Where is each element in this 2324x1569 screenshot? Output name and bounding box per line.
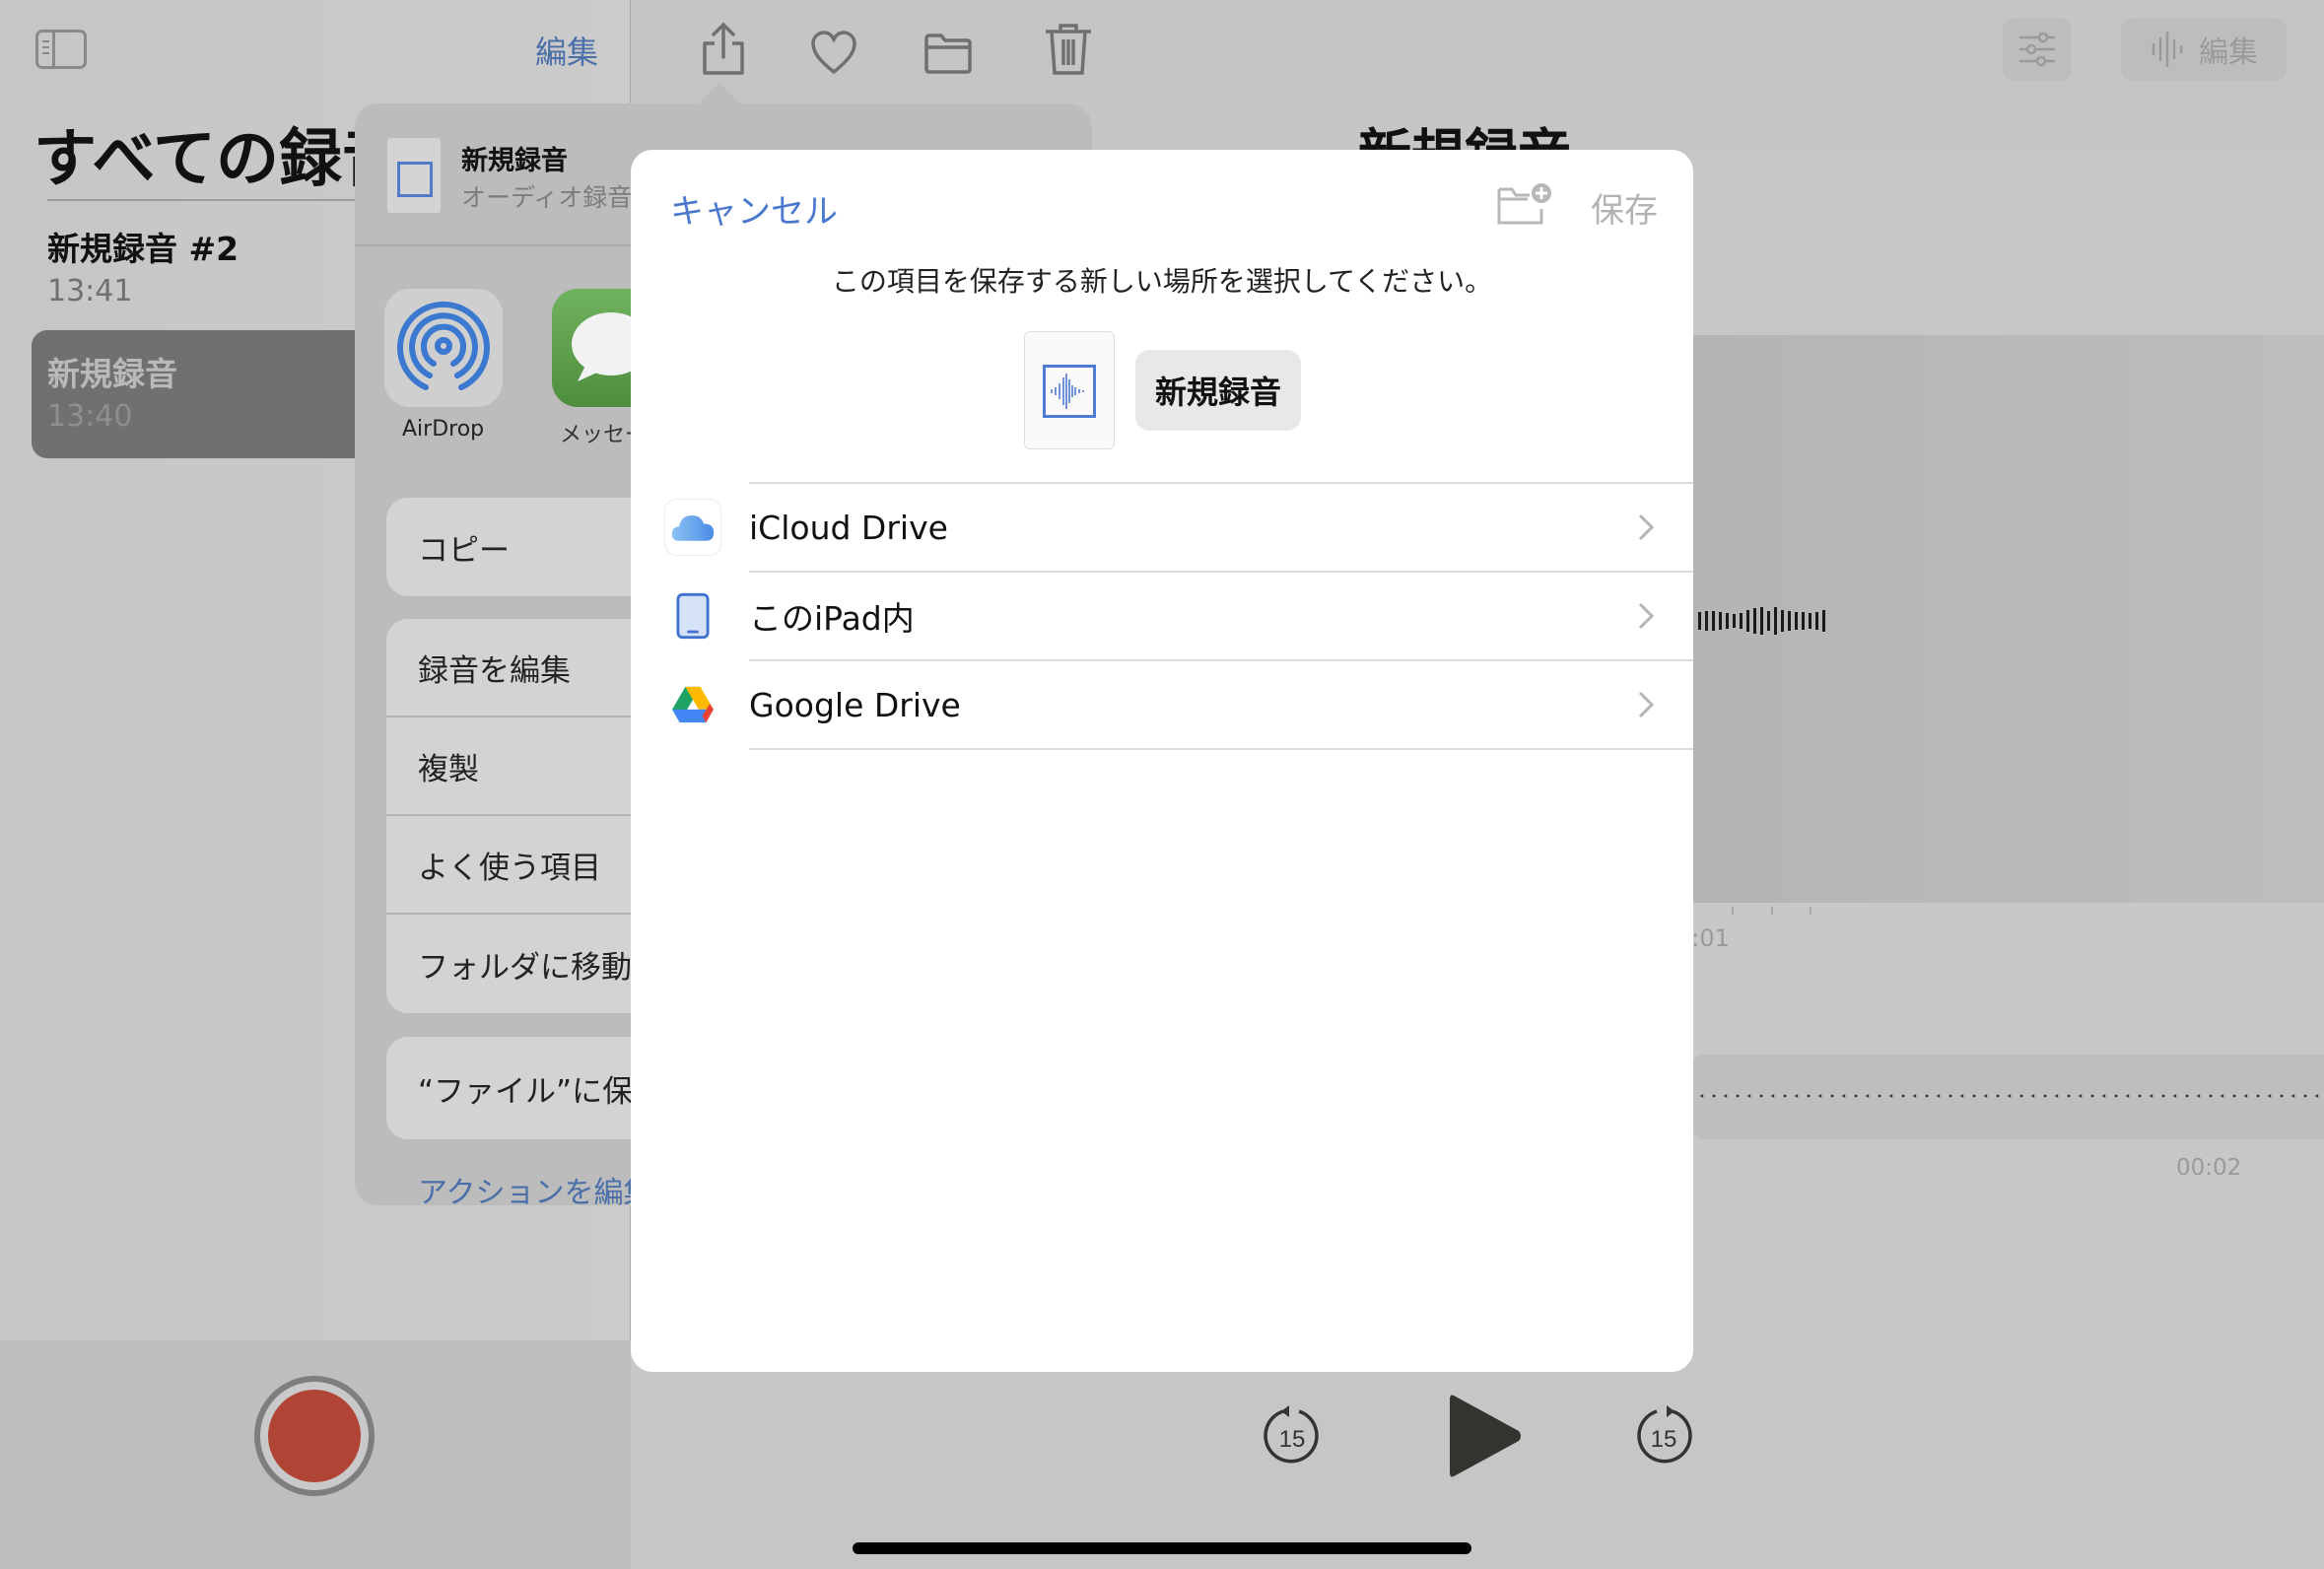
location-icloud-drive[interactable]: iCloud Drive [631,484,1693,571]
recording-time: 13:41 [47,274,133,308]
ipad-icon [664,587,721,645]
save-location-dialog: キャンセル 保存 この項目を保存する新しい場所を選択してください。 新規録音 i… [631,150,1693,1372]
dialog-prompt: この項目を保存する新しい場所を選択してください。 [831,265,1493,298]
waveform-bar [1774,607,1777,635]
icloud-icon [664,499,721,556]
waveform-bar [1795,612,1798,630]
waveform-bar [1815,612,1818,630]
waveform-bar [1781,610,1784,632]
new-folder-button[interactable] [1496,181,1553,227]
waveform-bar [1733,614,1736,628]
end-time: 00:02 [2176,1155,2242,1181]
home-indicator [853,1542,1471,1554]
waveform-bar [1740,613,1743,629]
timeline-tick [1810,907,1811,915]
sidebar-title: すべての録音 [34,123,405,196]
waveform-icon [2152,32,2183,67]
file-thumbnail [1024,331,1115,449]
overview-waveform [1696,1094,2324,1098]
share-sheet-arrow [698,83,741,104]
share-icon[interactable] [699,22,748,77]
recording-name: 新規録音 #2 [47,230,239,268]
location-list: iCloud Drive このiPad内 Google Drive [631,482,1693,750]
play-button[interactable] [1446,1392,1525,1480]
skip-back-icon: 15 [1264,1405,1319,1464]
waveform-bar [1788,611,1791,631]
location-on-my-ipad[interactable]: このiPad内 [631,573,1693,659]
file-name-field[interactable]: 新規録音 [1135,350,1301,431]
airdrop-button[interactable] [384,289,503,407]
audio-file-icon [386,137,442,214]
skip-forward-seconds: 15 [1651,1426,1677,1453]
location-label: このiPad内 [749,599,915,638]
edit-label: 編集 [2199,35,2258,70]
skip-forward-icon: 15 [1637,1405,1692,1464]
waveform-bar [1809,613,1811,629]
waveform-bar [1746,610,1749,632]
waveform-bar [1802,612,1805,630]
location-label: Google Drive [749,685,961,724]
chevron-right-icon [1638,602,1655,630]
edit-recording-button[interactable]: 編集 [2121,18,2287,81]
trash-icon[interactable] [1044,22,1093,77]
sidebar-toggle-icon[interactable] [35,30,87,69]
share-file-title: 新規録音 [461,146,568,176]
waveform-icon [1051,374,1084,409]
waveform-bar [1705,611,1708,631]
google-drive-icon [664,676,721,733]
waveform-bars [1698,591,1825,650]
recording-time: 13:40 [47,399,133,434]
skip-back-seconds: 15 [1279,1426,1306,1453]
timeline-tick [1771,907,1773,915]
airdrop-label: AirDrop [402,417,485,442]
new-folder-icon [1497,183,1551,225]
waveform-bar [1767,611,1770,631]
airdrop-icon [397,301,490,390]
record-button[interactable] [254,1376,375,1496]
waveform-bar [1719,612,1722,630]
skip-forward-15-button[interactable]: 15 [1631,1403,1696,1468]
sidebar-edit-button[interactable]: 編集 [535,28,598,73]
divider [749,748,1693,750]
cancel-button[interactable]: キャンセル [670,184,838,233]
waveform-bar [1822,610,1825,632]
filter-button[interactable] [2003,18,2072,81]
sliders-icon [2019,32,2055,67]
chevron-right-icon [1638,691,1655,718]
waveform-bar [1712,611,1715,631]
waveform-bar [1698,612,1701,630]
location-google-drive[interactable]: Google Drive [631,661,1693,748]
heart-icon[interactable] [809,26,858,81]
skip-back-15-button[interactable]: 15 [1260,1403,1325,1468]
waveform-bar [1753,608,1756,634]
waveform-bar [1726,613,1729,629]
share-file-subtitle: オーディオ録音 [461,183,633,212]
play-icon [1450,1395,1521,1477]
waveform-bar [1760,607,1763,635]
recording-name: 新規録音 [47,355,177,393]
save-button[interactable]: 保存 [1591,183,1658,232]
chevron-right-icon [1638,513,1655,541]
timeline-tick [1732,907,1734,915]
location-label: iCloud Drive [749,508,948,547]
folder-icon[interactable] [923,26,973,81]
